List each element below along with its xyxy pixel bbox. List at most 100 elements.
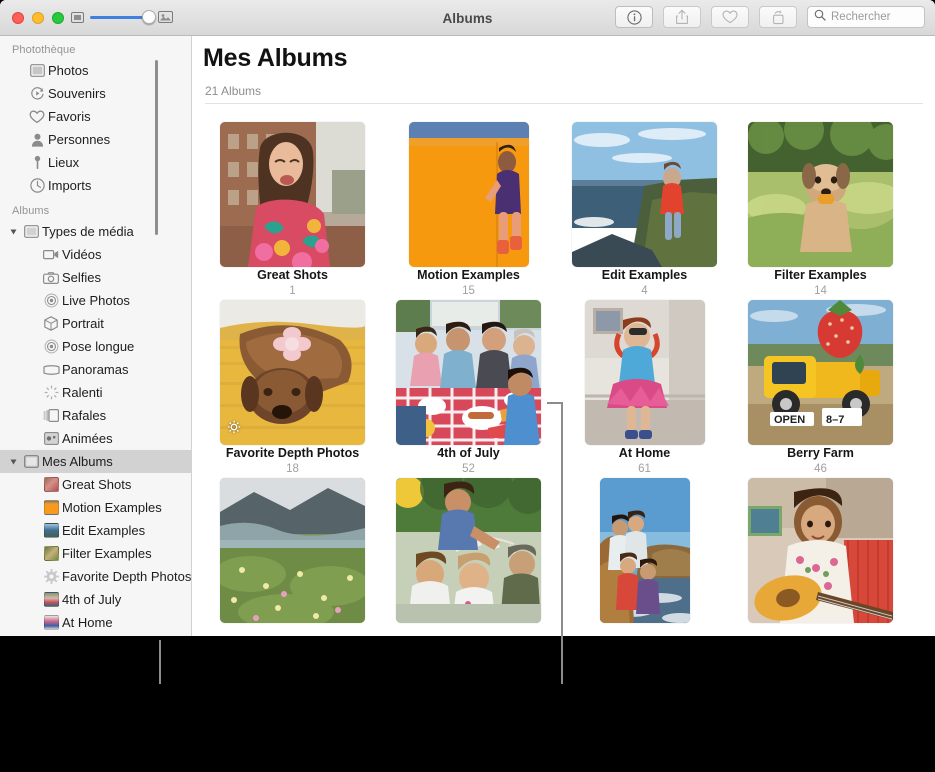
album-cell[interactable] xyxy=(205,475,380,625)
sidebar-item-filter-examples[interactable]: Filter Examples xyxy=(0,542,191,565)
page-title: Mes Albums xyxy=(203,44,347,73)
album-cell[interactable]: OPEN 8–7 xyxy=(733,297,908,475)
share-button[interactable] xyxy=(663,6,701,28)
album-cell[interactable]: Motion Examples 15 xyxy=(381,119,556,297)
album-thumbnail-motion-examples[interactable] xyxy=(409,122,529,267)
album-count: 18 xyxy=(205,463,380,475)
sidebar-item-ralenti[interactable]: Ralenti xyxy=(0,381,191,404)
sidebar-item-videos[interactable]: Vidéos xyxy=(0,243,191,266)
album-count: 14 xyxy=(733,285,908,297)
album-thumbnail-row3-1[interactable] xyxy=(220,478,365,623)
sidebar-item-label: Favoris xyxy=(48,109,91,124)
album-cell[interactable]: Filter Examples 14 xyxy=(733,119,908,297)
album-thumbnail-wrap[interactable] xyxy=(557,119,732,269)
sidebar-item-great-shots[interactable]: Great Shots xyxy=(0,473,191,496)
album-name: Filter Examples xyxy=(733,268,908,282)
pin-icon xyxy=(26,155,48,170)
sidebar-item-label: Animées xyxy=(62,431,113,446)
sidebar-item-rafales[interactable]: Rafales xyxy=(0,404,191,427)
sidebar-item-label: Selfies xyxy=(62,270,101,285)
album-thumbnail-wrap[interactable] xyxy=(381,475,556,625)
album-thumbnail-edit-examples[interactable] xyxy=(572,122,717,267)
album-thumbnail-berry-farm[interactable]: OPEN 8–7 xyxy=(748,300,893,445)
sidebar-item-4th-of-july[interactable]: 4th of July xyxy=(0,588,191,611)
sidebar-item-edit-examples[interactable]: Edit Examples xyxy=(0,519,191,542)
album-thumbnail-wrap[interactable] xyxy=(205,297,380,447)
album-cell[interactable]: 4th of July 52 xyxy=(381,297,556,475)
album-cell[interactable] xyxy=(381,475,556,625)
sidebar-item-panoramas[interactable]: Panoramas xyxy=(0,358,191,381)
sidebar-item-label: Panoramas xyxy=(62,362,128,377)
album-thumbnail-wrap[interactable]: OPEN 8–7 xyxy=(733,297,908,447)
album-name: Motion Examples xyxy=(381,268,556,282)
person-icon xyxy=(26,133,48,147)
header-divider xyxy=(205,103,923,104)
album-thumbnail-at-home[interactable] xyxy=(585,300,705,445)
sidebar-item-animees[interactable]: Animées xyxy=(0,427,191,450)
sidebar-item-label: Portrait xyxy=(62,316,104,331)
sidebar-item-personnes[interactable]: Personnes xyxy=(0,128,191,151)
album-thumbnail-great-shots[interactable] xyxy=(220,122,365,267)
sidebar-item-label: Rafales xyxy=(62,408,106,423)
album-thumb-icon xyxy=(40,500,62,515)
sidebar-item-mes-albums[interactable]: Mes Albums xyxy=(0,450,191,473)
long-exposure-icon xyxy=(40,339,62,354)
sidebar-item-imports[interactable]: Imports xyxy=(0,174,191,197)
album-thumbnail-4th-of-july[interactable] xyxy=(396,300,541,445)
album-thumbnail-wrap[interactable] xyxy=(381,297,556,447)
sidebar-item-favorite-depth-photos[interactable]: Favorite Depth Photos xyxy=(0,565,191,588)
album-count: 15 xyxy=(381,285,556,297)
sidebar[interactable]: Photothèque Photos Souvenirs Favoris xyxy=(0,36,192,636)
album-cell[interactable] xyxy=(557,475,732,625)
album-thumb-icon xyxy=(40,546,62,561)
camera-icon xyxy=(40,272,62,284)
photos-window: Albums Rechercher xyxy=(0,0,935,636)
sidebar-item-favoris[interactable]: Favoris xyxy=(0,105,191,128)
window-titlebar: Albums Rechercher xyxy=(0,0,935,36)
video-icon xyxy=(40,249,62,260)
sidebar-item-at-home[interactable]: At Home xyxy=(0,611,191,634)
favorite-button[interactable] xyxy=(711,6,749,28)
info-button[interactable] xyxy=(615,6,653,28)
folder-icon xyxy=(20,225,42,238)
chevron-down-icon[interactable] xyxy=(6,229,20,235)
toolbar-right: Rechercher xyxy=(615,6,925,28)
album-thumbnail-row3-3[interactable] xyxy=(600,478,690,623)
chevron-down-icon[interactable] xyxy=(6,459,20,465)
sidebar-item-label: Motion Examples xyxy=(62,500,162,515)
sidebar-item-selfies[interactable]: Selfies xyxy=(0,266,191,289)
album-thumbnail-wrap[interactable] xyxy=(733,475,908,625)
album-thumb-icon xyxy=(40,615,62,630)
photos-icon xyxy=(26,64,48,77)
album-thumbnail-wrap[interactable] xyxy=(381,119,556,269)
gear-icon xyxy=(40,569,62,584)
sidebar-item-types-de-media[interactable]: Types de média xyxy=(0,220,191,243)
album-thumbnail-favorite-depth-photos[interactable] xyxy=(220,300,365,445)
album-thumbnail-wrap[interactable] xyxy=(557,297,732,447)
album-thumbnail-wrap[interactable] xyxy=(205,475,380,625)
album-name: Favorite Depth Photos xyxy=(205,446,380,460)
album-cell[interactable]: Great Shots 1 xyxy=(205,119,380,297)
sidebar-item-motion-examples[interactable]: Motion Examples xyxy=(0,496,191,519)
sidebar-item-portrait[interactable]: Portrait xyxy=(0,312,191,335)
sidebar-item-label: At Home xyxy=(62,615,113,630)
sidebar-item-photos[interactable]: Photos xyxy=(0,59,191,82)
album-cell[interactable]: Edit Examples 4 xyxy=(557,119,732,297)
album-name: Berry Farm xyxy=(733,446,908,460)
album-cell[interactable]: At Home 61 xyxy=(557,297,732,475)
album-thumbnail-row3-2[interactable] xyxy=(396,478,541,623)
sidebar-item-lieux[interactable]: Lieux xyxy=(0,151,191,174)
search-input[interactable]: Rechercher xyxy=(807,6,925,28)
album-thumbnail-wrap[interactable] xyxy=(733,119,908,269)
album-thumbnail-row3-4[interactable] xyxy=(748,478,893,623)
album-cell[interactable]: Favorite Depth Photos 18 xyxy=(205,297,380,475)
album-thumbnail-wrap[interactable] xyxy=(557,475,732,625)
sidebar-item-pose-longue[interactable]: Pose longue xyxy=(0,335,191,358)
album-cell[interactable] xyxy=(733,475,908,625)
rotate-button[interactable] xyxy=(759,6,797,28)
album-thumbnail-wrap[interactable] xyxy=(205,119,380,269)
sidebar-scrollbar[interactable] xyxy=(155,60,158,235)
sidebar-item-live-photos[interactable]: Live Photos xyxy=(0,289,191,312)
sidebar-item-souvenirs[interactable]: Souvenirs xyxy=(0,82,191,105)
album-thumbnail-filter-examples[interactable] xyxy=(748,122,893,267)
